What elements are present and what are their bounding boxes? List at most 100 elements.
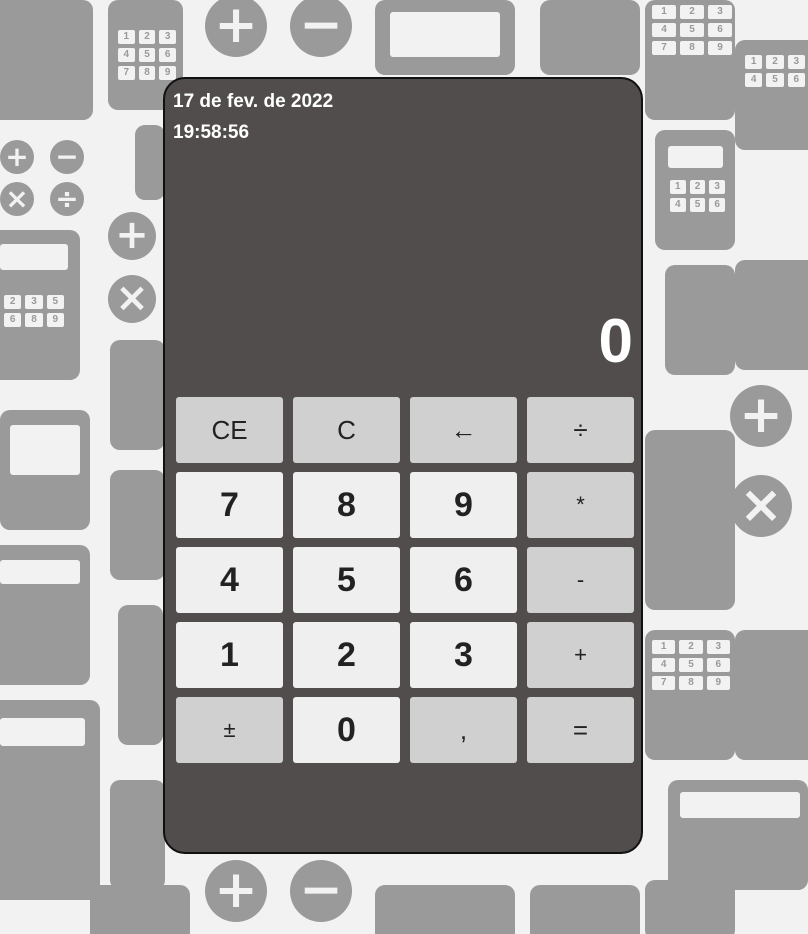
background-key: 1 [670,180,686,194]
background-key: 5 [689,198,706,212]
background-key: 9 [46,313,64,327]
background-divide-icon: ÷ [50,182,84,216]
background-plus-icon: + [205,0,267,57]
background-key: 3 [787,55,805,69]
background-key: 2 [680,5,704,19]
current-date: 17 de fev. de 2022 [173,91,334,112]
background-calculator-tile [90,885,190,934]
background-key: 3 [709,180,725,194]
background-key: 7 [652,676,676,690]
background-key: 6 [708,23,732,37]
background-key-grid: 1 2 3 4 5 6 7 8 9 [118,30,176,80]
background-calculator-screen [10,425,80,475]
background-calculator-tile [375,885,515,934]
digit-8-button[interactable]: 8 [293,472,400,538]
background-key: 3 [159,30,176,44]
background-key: 9 [708,41,732,55]
background-calculator-tile [665,265,735,375]
background-key: 8 [138,66,156,80]
background-times-icon: × [0,182,34,216]
background-calculator-screen [0,718,85,746]
minus-button[interactable]: - [527,547,634,613]
divide-button[interactable]: ÷ [527,397,634,463]
background-key-grid: 2 3 5 6 8 9 [4,295,64,327]
background-key: 9 [706,676,730,690]
background-key: 2 [138,30,156,44]
background-calculator-tile [645,430,735,610]
background-key: 1 [745,55,763,69]
background-plus-icon: + [0,140,34,174]
plus-button[interactable]: + [527,622,634,688]
background-key: 5 [680,23,704,37]
background-key: 2 [679,640,703,654]
digit-0-button[interactable]: 0 [293,697,400,763]
background-calculator-screen [668,146,723,168]
background-key: 1 [118,30,135,44]
current-time: 19:58:56 [173,122,250,143]
background-key-grid: 1 2 3 4 5 6 [670,180,725,212]
background-key: 6 [706,658,730,672]
clear-button[interactable]: C [293,397,400,463]
background-key: 6 [709,198,725,212]
background-calculator-screen [680,792,800,818]
digit-2-button[interactable]: 2 [293,622,400,688]
digit-5-button[interactable]: 5 [293,547,400,613]
calculator: 17 de fev. de 2022 19:58:56 0 CE C ← ÷ 7… [163,77,643,854]
background-key: 6 [159,48,176,62]
equals-button[interactable]: = [527,697,634,763]
background-calculator-tile [118,605,163,745]
multiply-button[interactable]: * [527,472,634,538]
background-calculator-screen [0,244,68,270]
background-calculator-tile [645,880,735,934]
background-minus-icon: − [50,140,84,174]
background-key: 2 [766,55,784,69]
background-times-icon: × [108,275,156,323]
background-key: 8 [679,676,703,690]
background-key-grid: 1 2 3 4 5 6 7 8 9 [652,5,732,55]
background-key: 4 [670,198,686,212]
background-key-grid: 1 2 3 4 5 6 7 8 9 [652,640,730,690]
background-key: 7 [652,41,676,55]
background-calculator-tile [735,260,808,370]
keypad: CE C ← ÷ 7 8 9 * 4 5 6 - 1 2 3 + ± 0 , = [176,397,634,763]
background-key: 4 [652,658,676,672]
digit-6-button[interactable]: 6 [410,547,517,613]
background-minus-icon: − [290,0,352,57]
background-key: 3 [706,640,730,654]
digit-1-button[interactable]: 1 [176,622,283,688]
background-times-icon: × [730,475,792,537]
background-key: 1 [652,5,676,19]
digit-3-button[interactable]: 3 [410,622,517,688]
digit-7-button[interactable]: 7 [176,472,283,538]
backspace-button[interactable]: ← [410,397,517,463]
background-key: 5 [46,295,64,309]
digit-4-button[interactable]: 4 [176,547,283,613]
background-key: 4 [118,48,135,62]
background-plus-icon: + [730,385,792,447]
background-calculator-tile [110,470,165,580]
background-plus-icon: + [205,860,267,922]
background-calculator-screen [390,12,500,57]
background-calculator-tile [0,0,93,120]
background-calculator-tile [135,125,165,200]
sign-toggle-button[interactable]: ± [176,697,283,763]
background-key: 2 [689,180,706,194]
background-key: 8 [25,313,43,327]
background-key: 8 [680,41,704,55]
background-minus-icon: − [290,860,352,922]
background-key-grid: 1 2 3 4 5 6 [745,55,805,87]
background-key: 3 [708,5,732,19]
background-calculator-tile [540,0,640,75]
background-plus-icon: + [108,212,156,260]
background-key: 5 [679,658,703,672]
background-key: 1 [652,640,676,654]
decimal-comma-button[interactable]: , [410,697,517,763]
background-key: 2 [4,295,22,309]
background-calculator-tile [530,885,640,934]
background-key: 6 [4,313,22,327]
background-key: 9 [159,66,176,80]
background-calculator-tile [110,340,165,450]
background-key: 4 [652,23,676,37]
clear-entry-button[interactable]: CE [176,397,283,463]
digit-9-button[interactable]: 9 [410,472,517,538]
